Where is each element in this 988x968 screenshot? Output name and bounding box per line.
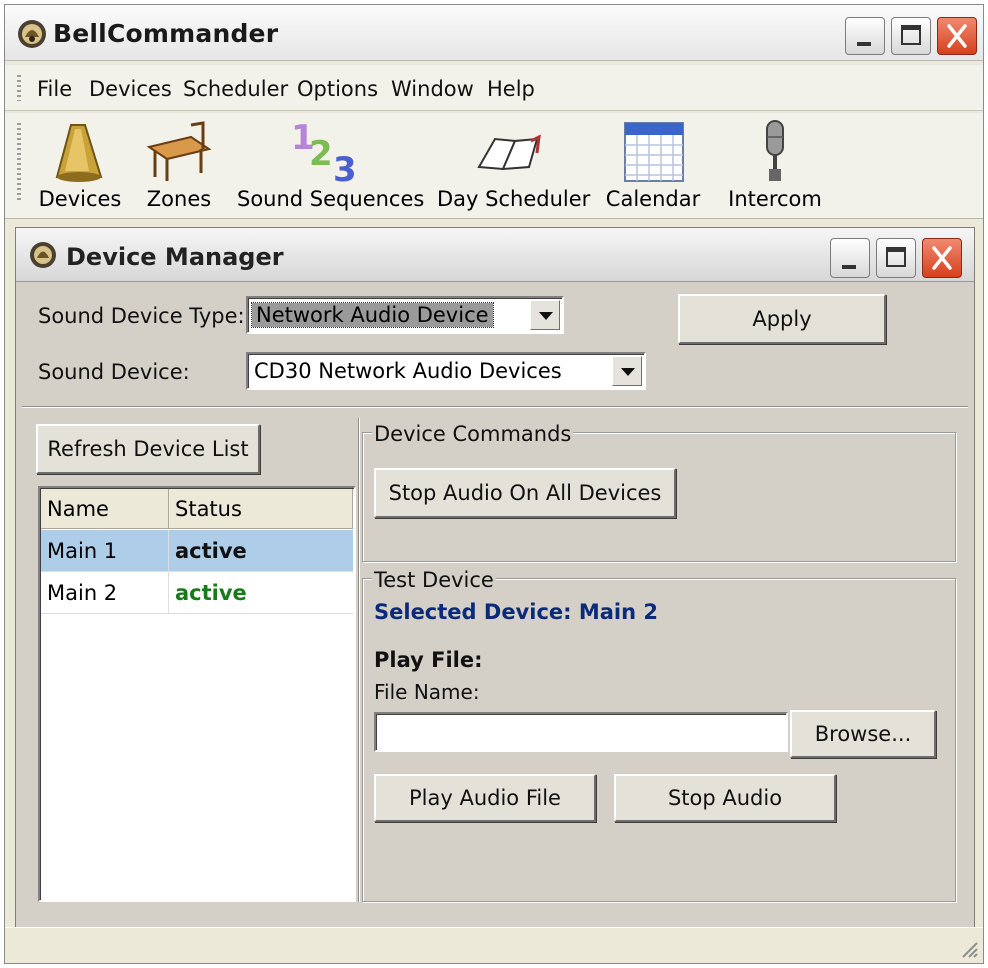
menu-file[interactable]: File [37,77,72,101]
svg-text:2: 2 [309,134,333,174]
close-button[interactable] [937,17,977,55]
menu-bar: File Devices Scheduler Options Window He… [5,65,983,111]
toolbar-devices-label: Devices [38,187,122,211]
toolbar-intercom-button[interactable]: Intercom [725,113,825,219]
row-divider [168,572,169,613]
minimize-icon [842,265,856,269]
toolbar-grip [17,123,21,203]
stop-all-label: Stop Audio On All Devices [388,481,662,505]
stop-audio-label: Stop Audio [667,786,783,810]
speaker-horn-icon [55,124,103,182]
calendar-icon [624,122,684,182]
maximize-icon [901,25,921,45]
minimize-icon [857,42,871,46]
minimize-button[interactable] [845,17,885,55]
window-title: BellCommander [53,19,279,48]
sound-device-label: Sound Device: [38,360,190,384]
menu-grip [17,75,21,101]
svg-text:3: 3 [333,150,357,185]
toolbar-sound-sequences-button[interactable]: 1 2 3 Sound Sequences [237,113,425,219]
microphone-icon [766,120,784,181]
menu-window[interactable]: Window [391,77,474,101]
stop-audio-all-devices-button[interactable]: Stop Audio On All Devices [374,468,676,518]
menu-devices[interactable]: Devices [89,77,172,101]
browse-button[interactable]: Browse... [790,710,936,758]
sound-device-type-select[interactable]: Network Audio Device [246,296,564,334]
toolbar-sound-sequences-label: Sound Sequences [237,187,425,211]
title-bar[interactable]: BellCommander [5,5,983,61]
child-maximize-button[interactable] [876,238,916,278]
device-manager-window: Device Manager Sound Device Type: Networ… [15,227,975,945]
toolbar-day-scheduler-button[interactable]: Day Scheduler [437,113,591,219]
panel-divider [358,418,360,902]
device-row-main-2[interactable]: Main 2 active [41,572,353,614]
menu-scheduler[interactable]: Scheduler [183,77,288,101]
child-minimize-button[interactable] [830,238,870,278]
toolbar-calendar-label: Calendar [605,187,701,211]
column-header-status[interactable]: Status [169,489,353,529]
maximize-icon [886,247,906,267]
refresh-device-list-button[interactable]: Refresh Device List [36,424,260,474]
test-device-title: Test Device [372,568,496,592]
child-close-button[interactable] [922,238,962,278]
toolbar-devices-button[interactable]: Devices [35,113,125,219]
toolbar: Devices Zones 1 2 3 Sound Sequences Day … [5,113,983,219]
device-name: Main 2 [47,581,118,605]
toolbar-intercom-label: Intercom [728,187,822,211]
bell-app-icon [30,242,56,268]
maximize-button[interactable] [891,17,931,55]
apply-button[interactable]: Apply [678,294,886,344]
sound-device-select[interactable]: CD30 Network Audio Devices [246,352,646,390]
device-list-header: Name Status [41,489,353,529]
toolbar-day-scheduler-label: Day Scheduler [437,187,591,211]
row-divider [168,530,169,571]
school-desk-icon [146,121,212,181]
sound-device-type-label: Sound Device Type: [38,304,245,328]
app-window: BellCommander File Devices Scheduler Opt… [4,4,984,964]
device-list[interactable]: Name Status Main 1 active Main 2 active [38,486,356,902]
stop-audio-button[interactable]: Stop Audio [614,774,836,822]
close-icon [947,24,967,48]
device-name: Main 1 [47,539,118,563]
device-commands-title: Device Commands [372,422,574,446]
device-manager-title-bar[interactable]: Device Manager [16,228,974,282]
settings-divider [22,406,968,408]
bell-app-icon [18,20,46,48]
menu-help[interactable]: Help [487,77,535,101]
browse-label: Browse... [814,722,912,746]
selected-device-text: Selected Device: Main 2 [374,600,658,624]
sound-device-type-value: Network Audio Device [251,302,494,328]
sound-device-value: CD30 Network Audio Devices [254,359,562,383]
file-name-label: File Name: [374,680,480,704]
refresh-button-label: Refresh Device List [47,437,249,461]
device-row-main-1[interactable]: Main 1 active [41,530,353,572]
toolbar-calendar-button[interactable]: Calendar [603,113,703,219]
play-audio-file-button[interactable]: Play Audio File [374,774,596,822]
apply-button-label: Apply [752,307,812,331]
toolbar-zones-button[interactable]: Zones [141,113,217,219]
play-audio-file-label: Play Audio File [409,786,561,810]
menu-options[interactable]: Options [297,77,378,101]
chevron-down-icon[interactable] [530,300,560,330]
open-book-icon [477,134,541,171]
toolbar-zones-label: Zones [146,187,212,211]
play-file-heading: Play File: [374,648,483,672]
device-manager-title: Device Manager [66,243,284,271]
device-status: active [175,539,247,563]
status-bar [5,927,983,963]
chevron-down-icon[interactable] [612,356,642,386]
close-icon [932,246,952,270]
device-status: active [175,581,247,605]
numbers-123-icon: 1 2 3 [291,119,357,185]
file-name-input[interactable] [374,712,788,752]
column-header-name[interactable]: Name [41,489,169,529]
resize-grip-icon[interactable] [957,937,979,959]
